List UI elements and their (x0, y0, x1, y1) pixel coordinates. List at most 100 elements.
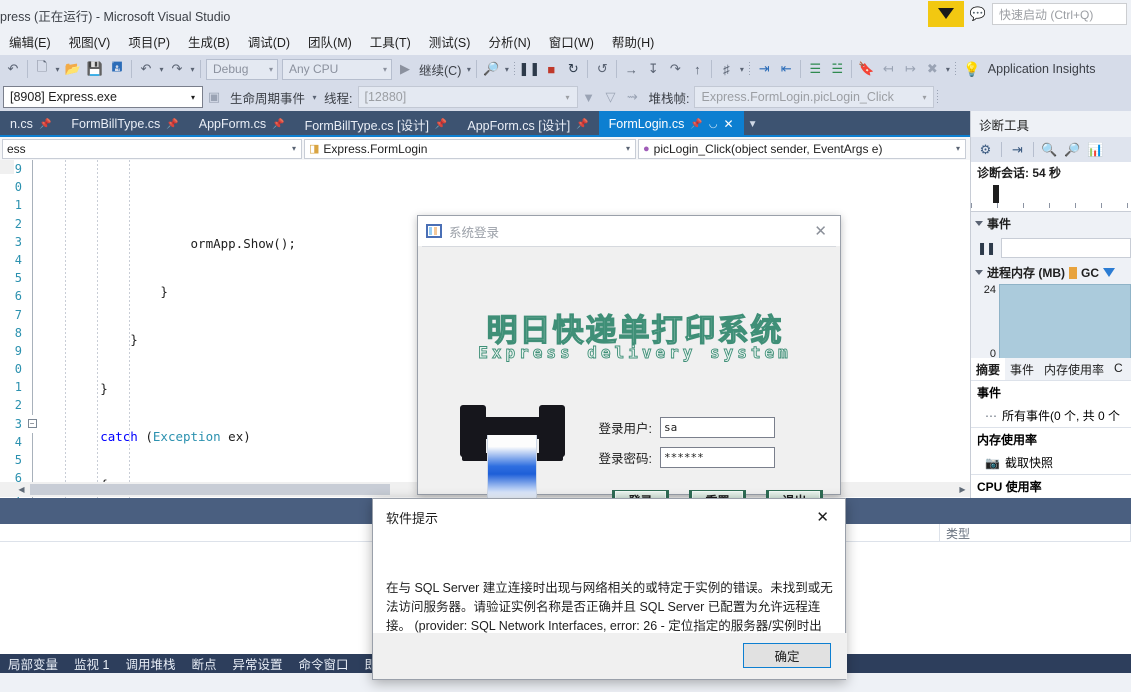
menu-item-debug[interactable]: 调试(D) (239, 28, 299, 55)
tab-n-cs[interactable]: n.cs 📌 (0, 111, 61, 137)
close-icon[interactable]: ✕ (806, 508, 839, 526)
pause-icon[interactable]: ❚❚ (977, 241, 996, 255)
bookmark-icon[interactable]: 🔖 (855, 57, 877, 81)
clear-bookmarks-icon[interactable]: ✖ (921, 57, 943, 81)
open-file-icon[interactable]: 📂 (62, 57, 84, 81)
diagnostics-timeline[interactable] (971, 182, 1131, 212)
pin-icon[interactable]: 📌 (39, 119, 51, 130)
bottom-tab-breakpoints[interactable]: 断点 (183, 654, 224, 673)
quick-launch-input[interactable]: 快速启动 (Ctrl+Q) (992, 3, 1127, 25)
events-section-header[interactable]: 事件 (971, 212, 1131, 235)
tab-overflow-icon[interactable]: ▼ (744, 111, 762, 137)
bottom-tab-exception-settings[interactable]: 异常设置 (224, 654, 290, 673)
step-out-loop-icon[interactable]: ↷ (664, 57, 686, 81)
bottom-tab-callstack[interactable]: 调用堆栈 (117, 654, 183, 673)
attach-icon[interactable]: 🔎 (480, 57, 502, 81)
filter-icon[interactable]: ▼ (578, 85, 600, 109)
tab-formbilltype-designer[interactable]: FormBillType.cs [设计] 📌 (295, 111, 458, 137)
save-all-icon[interactable]: 🖪 (106, 57, 128, 81)
menu-item-test[interactable]: 测试(S) (420, 28, 480, 55)
thread-combo[interactable]: [12880] ▾ (357, 86, 578, 108)
collapse-icon[interactable]: − (27, 419, 37, 429)
username-input[interactable]: sa (660, 417, 775, 438)
start-icon[interactable]: ▶ (394, 57, 416, 81)
float-icon[interactable]: ◡ (709, 119, 718, 130)
restart-icon[interactable]: ↻ (562, 57, 584, 81)
toolbar-grip[interactable] (952, 58, 959, 80)
tab-formlogin-cs[interactable]: FormLogin.cs 📌 ◡ ✕ (598, 111, 744, 137)
redo-dropdown-icon[interactable]: ▾ (188, 57, 197, 81)
scrollbar-thumb[interactable] (30, 484, 390, 495)
toolbar-grip[interactable] (746, 58, 753, 80)
close-icon[interactable]: ✕ (724, 117, 734, 131)
bookmark-dropdown-icon[interactable]: ▾ (943, 57, 952, 81)
zoom-out-icon[interactable]: 🔎 (1062, 139, 1083, 160)
code-folding-margin[interactable]: − − (24, 160, 40, 498)
type-combo[interactable]: ◨ Express.FormLogin ▾ (304, 138, 636, 159)
uncomment-icon[interactable]: ☱ (826, 57, 848, 81)
bottom-tab-locals[interactable]: 局部变量 (0, 654, 66, 673)
ok-button[interactable]: 确定 (743, 643, 831, 668)
toolbar-grip[interactable] (934, 86, 941, 108)
redo-icon[interactable]: ↷ (166, 57, 188, 81)
process-combo[interactable]: [8908] Express.exe ▾ (3, 86, 203, 108)
stackframe-combo[interactable]: Express.FormLogin.picLogin_Click ▾ (694, 86, 935, 108)
export-icon[interactable]: ⇥ (1007, 139, 1028, 160)
tab-formbilltype-cs[interactable]: FormBillType.cs 📌 (61, 111, 188, 137)
lifecycle-dropdown-icon[interactable]: ▾ (310, 85, 319, 109)
continue-dropdown-icon[interactable]: ▾ (464, 57, 473, 81)
lifecycle-events-icon[interactable]: ▣ (203, 85, 225, 109)
show-next-statement-icon[interactable]: ↺ (591, 57, 613, 81)
step-out-icon[interactable]: ↑ (686, 57, 708, 81)
solution-platform-combo[interactable]: Any CPU ▾ (282, 58, 392, 80)
menu-item-help[interactable]: 帮助(H) (603, 28, 663, 55)
member-combo[interactable]: ● picLogin_Click(object sender, EventArg… (638, 138, 966, 159)
chart-icon[interactable]: 📊 (1085, 139, 1106, 160)
step-over-icon[interactable]: → (620, 57, 642, 81)
pin-icon[interactable]: 📌 (272, 119, 284, 130)
filter-settings-icon[interactable]: ▽ (600, 85, 622, 109)
menu-item-tools[interactable]: 工具(T) (361, 28, 420, 55)
column-header-type[interactable]: 类型 (940, 524, 1131, 541)
continue-label[interactable]: 继续(C) (416, 60, 464, 79)
bottom-tab-watch1[interactable]: 监视 1 (66, 654, 117, 673)
project-combo[interactable]: ess ▾ (2, 138, 302, 159)
feedback-button[interactable] (928, 1, 964, 27)
tab-cpu-usage[interactable]: C (1109, 358, 1128, 380)
menu-item-window[interactable]: 窗口(W) (540, 28, 603, 55)
hex-dropdown-icon[interactable]: ▾ (737, 57, 746, 81)
password-input[interactable]: ****** (660, 447, 775, 468)
step-into-icon[interactable]: ↧ (642, 57, 664, 81)
outdent-icon[interactable]: ⇤ (775, 57, 797, 81)
menu-item-view[interactable]: 视图(V) (60, 28, 120, 55)
toolbar-grip[interactable] (511, 58, 518, 80)
scroll-left-icon[interactable]: ◀ (14, 482, 29, 497)
events-track[interactable] (1001, 238, 1131, 258)
hex-icon[interactable]: ♯ (715, 57, 737, 81)
close-icon[interactable]: ✕ (805, 222, 836, 240)
menu-item-analyze[interactable]: 分析(N) (479, 28, 539, 55)
memory-section-header[interactable]: 进程内存 (MB) GC (971, 261, 1131, 284)
lifecycle-events-label[interactable]: 生命周期事件 (225, 88, 310, 107)
send-feedback-icon[interactable]: 💬 (964, 1, 992, 27)
new-item-dropdown-icon[interactable]: ▾ (53, 57, 62, 81)
menu-item-edit[interactable]: 编辑(E) (0, 28, 60, 55)
tab-events[interactable]: 事件 (1005, 358, 1039, 380)
new-item-icon[interactable]: 🗋 (31, 57, 53, 81)
solution-configuration-combo[interactable]: Debug ▾ (206, 58, 278, 80)
comment-icon[interactable]: ☰ (804, 57, 826, 81)
scroll-right-icon[interactable]: ▶ (955, 482, 970, 497)
indent-icon[interactable]: ⇥ (753, 57, 775, 81)
bottom-tab-command-window[interactable]: 命令窗口 (291, 654, 357, 673)
back-icon[interactable]: ↶ (2, 57, 24, 81)
pin-icon[interactable]: 📌 (576, 119, 588, 130)
attach-dropdown-icon[interactable]: ▾ (502, 57, 511, 81)
tab-appform-designer[interactable]: AppForm.cs [设计] 📌 (457, 111, 598, 137)
application-insights-label[interactable]: Application Insights (985, 62, 1099, 76)
pin-icon[interactable]: 📌 (435, 119, 447, 130)
summary-row-take-snapshot[interactable]: 📷 截取快照 (971, 451, 1131, 474)
undo-dropdown-icon[interactable]: ▾ (157, 57, 166, 81)
flag-icon[interactable]: ⇝ (622, 85, 644, 109)
tab-memory-usage[interactable]: 内存使用率 (1039, 358, 1109, 380)
prev-bookmark-icon[interactable]: ↤ (877, 57, 899, 81)
